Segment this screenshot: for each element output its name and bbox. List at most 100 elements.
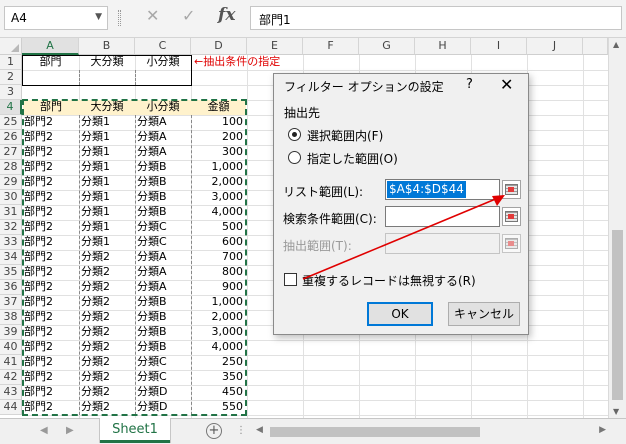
cancel-icon[interactable]: ✕ — [146, 6, 159, 25]
table-header-minor[interactable]: 小分類 — [135, 100, 191, 115]
table-cell[interactable]: 部門2 — [22, 295, 79, 310]
row-header[interactable]: 43 — [0, 385, 22, 400]
scroll-thumb[interactable] — [612, 230, 623, 400]
table-cell[interactable]: 部門2 — [22, 280, 79, 295]
table-cell[interactable]: 分類2 — [79, 280, 135, 295]
vertical-scrollbar[interactable]: ▲ ▼ — [608, 38, 626, 418]
table-cell[interactable]: 分類1 — [79, 145, 135, 160]
criteria-header-department[interactable]: 部門 — [22, 55, 79, 70]
row-header[interactable]: 33 — [0, 235, 22, 250]
table-cell[interactable]: 分類2 — [79, 250, 135, 265]
select-all-corner[interactable] — [0, 38, 22, 55]
table-cell[interactable]: 分類C — [135, 235, 191, 250]
row-header[interactable]: 42 — [0, 370, 22, 385]
horizontal-scrollbar[interactable]: ◀ ▶ — [256, 425, 606, 439]
row-header[interactable]: 4 — [0, 100, 22, 115]
table-cell[interactable]: 部門2 — [22, 175, 79, 190]
radio-filter-in-place-label[interactable]: 選択範囲内(F) — [307, 127, 383, 144]
scroll-down-icon[interactable]: ▼ — [613, 407, 619, 416]
scroll-thumb[interactable] — [270, 427, 480, 437]
table-cell[interactable]: 分類A — [135, 250, 191, 265]
row-header[interactable]: 35 — [0, 265, 22, 280]
table-cell[interactable]: 2,000 — [191, 310, 245, 325]
insert-function-icon[interactable]: fx — [218, 5, 235, 25]
column-header-g[interactable]: G — [359, 38, 415, 55]
row-header[interactable]: 2 — [0, 70, 22, 85]
table-cell[interactable]: 1,000 — [191, 295, 245, 310]
table-cell[interactable]: 分類D — [135, 385, 191, 400]
name-box[interactable]: A4 ▼ — [4, 6, 108, 30]
table-cell[interactable]: 部門2 — [22, 355, 79, 370]
table-cell[interactable]: 部門2 — [22, 265, 79, 280]
column-header-b[interactable]: B — [79, 38, 135, 55]
table-cell[interactable]: 分類B — [135, 205, 191, 220]
table-cell[interactable]: 分類C — [135, 220, 191, 235]
table-cell[interactable]: 部門2 — [22, 400, 79, 415]
table-cell[interactable]: 1,000 — [191, 160, 245, 175]
scroll-right-icon[interactable]: ▶ — [599, 425, 606, 435]
row-header[interactable]: 34 — [0, 250, 22, 265]
tab-next-icon[interactable]: ▶ — [66, 425, 74, 436]
list-range-input[interactable]: $A$4:$D$44 — [385, 179, 500, 200]
table-cell[interactable]: 500 — [191, 220, 245, 235]
table-cell[interactable]: 部門2 — [22, 385, 79, 400]
table-cell[interactable]: 分類B — [135, 190, 191, 205]
table-cell[interactable]: 900 — [191, 280, 245, 295]
table-cell[interactable]: 4,000 — [191, 340, 245, 355]
row-header[interactable]: 29 — [0, 175, 22, 190]
table-cell[interactable]: 2,000 — [191, 175, 245, 190]
column-header-f[interactable]: F — [303, 38, 359, 55]
column-header-c[interactable]: C — [135, 38, 191, 55]
table-cell[interactable]: 部門2 — [22, 145, 79, 160]
table-cell[interactable]: 分類1 — [79, 115, 135, 130]
add-sheet-icon[interactable]: + — [206, 423, 222, 439]
column-header-e[interactable]: E — [247, 38, 303, 55]
table-cell[interactable]: 部門2 — [22, 190, 79, 205]
row-header[interactable]: 25 — [0, 115, 22, 130]
table-cell[interactable]: 450 — [191, 385, 245, 400]
column-header-partial[interactable] — [583, 38, 608, 55]
row-header[interactable]: 31 — [0, 205, 22, 220]
table-cell[interactable]: 分類1 — [79, 220, 135, 235]
table-cell[interactable]: 250 — [191, 355, 245, 370]
table-cell[interactable]: 350 — [191, 370, 245, 385]
radio-filter-in-place[interactable] — [288, 128, 301, 141]
table-cell[interactable]: 分類A — [135, 145, 191, 160]
table-cell[interactable]: 550 — [191, 400, 245, 415]
table-cell[interactable]: 分類A — [135, 265, 191, 280]
table-cell[interactable]: 800 — [191, 265, 245, 280]
row-header[interactable]: 1 — [0, 55, 22, 70]
column-header-a[interactable]: A — [22, 38, 79, 55]
table-cell[interactable]: 分類1 — [79, 205, 135, 220]
column-header-h[interactable]: H — [415, 38, 471, 55]
table-cell[interactable]: 700 — [191, 250, 245, 265]
table-cell[interactable]: 100 — [191, 115, 245, 130]
table-cell[interactable]: 分類2 — [79, 400, 135, 415]
table-cell[interactable]: 3,000 — [191, 325, 245, 340]
cancel-button[interactable]: キャンセル — [448, 302, 520, 326]
unique-records-checkbox[interactable] — [284, 273, 297, 286]
table-cell[interactable]: 分類C — [135, 370, 191, 385]
table-cell[interactable]: 分類2 — [79, 265, 135, 280]
formula-input[interactable]: 部門1 — [250, 6, 622, 30]
table-cell[interactable]: 部門2 — [22, 205, 79, 220]
row-header[interactable]: 36 — [0, 280, 22, 295]
row-header[interactable]: 3 — [0, 85, 22, 100]
table-cell[interactable]: 3,000 — [191, 190, 245, 205]
row-header[interactable]: 37 — [0, 295, 22, 310]
table-cell[interactable]: 部門2 — [22, 340, 79, 355]
table-cell[interactable]: 分類B — [135, 175, 191, 190]
table-cell[interactable]: 分類1 — [79, 130, 135, 145]
table-cell[interactable]: 分類2 — [79, 310, 135, 325]
enter-icon[interactable]: ✓ — [182, 6, 195, 25]
table-cell[interactable]: 分類B — [135, 325, 191, 340]
table-cell[interactable]: 600 — [191, 235, 245, 250]
tab-sheet1[interactable]: Sheet1 — [100, 418, 170, 443]
table-cell[interactable]: 分類C — [135, 355, 191, 370]
table-cell[interactable]: 部門2 — [22, 370, 79, 385]
table-cell[interactable]: 部門2 — [22, 310, 79, 325]
unique-records-label[interactable]: 重複するレコードは無視する(R) — [302, 272, 476, 289]
scroll-left-icon[interactable]: ◀ — [256, 425, 263, 435]
table-cell[interactable]: 部門2 — [22, 250, 79, 265]
table-cell[interactable]: 200 — [191, 130, 245, 145]
